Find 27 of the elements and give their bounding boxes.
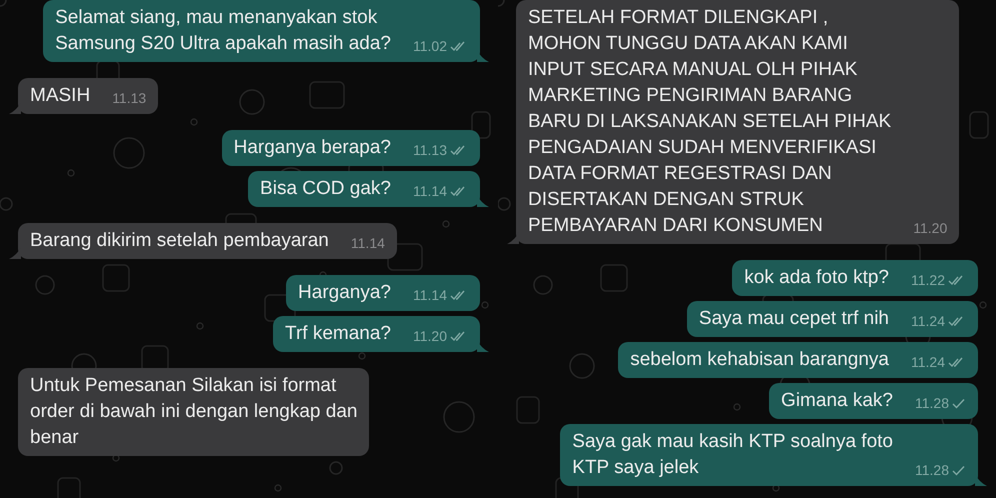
message-time: 11.13 (413, 141, 447, 160)
message-time: 11.13 (112, 89, 146, 108)
message-time: 11.28 (915, 461, 949, 480)
message-text: SETELAH FORMAT DILENGKAPI , MOHON TUNGGU DATA AKAN KAMI INPUT SECARA MANUAL OLH PIHAK MARKETING PENGIRIMAN BARANG BARU DI LAKSANAKAN SETELAH PIHAK PENGADAIAN SUDAH MENVERIFIKASI DATA FORMAT REGESTRASI DAN DISERTAKAN DENGAN STRUK PEMBAYARAN DARI KONSUMEN (528, 6, 892, 238)
message-text: Trf kemana? (285, 322, 391, 346)
message-text: Barang dikirim setelah pembayaran (30, 229, 329, 253)
message-time: 11.14 (350, 234, 385, 253)
message-text: Bisa COD gak? (260, 177, 391, 201)
message-time: 11.02 (413, 37, 447, 56)
message-text: sebelom kehabisan barangnya (630, 348, 889, 372)
message-time: 11.14 (413, 182, 447, 201)
message-time: 11.20 (413, 327, 447, 346)
message-time: 11.14 (413, 286, 447, 305)
message-text: Untuk Pemesanan Silakan isi format order di bawah ini dengan lengkap dan benar (30, 374, 358, 450)
message-time: 11.22 (911, 271, 945, 290)
message-time: 11.20 (913, 219, 948, 238)
message-text: Saya mau cepet trf nih (698, 307, 889, 331)
message-text: MASIH (30, 84, 90, 108)
message-text: kok ada foto ktp? (744, 266, 889, 290)
message-text: Harganya? (298, 281, 391, 305)
message-time: 11.24 (911, 312, 945, 331)
message-text: Saya gak mau kasih KTP soalnya foto KTP saya jelek (572, 430, 893, 480)
message-text: Gimana kak? (781, 389, 893, 413)
message-time: 11.28 (915, 394, 949, 413)
message-text: Selamat siang, mau menanyakan stok Samsung S20 Ultra apakah masih ada? (55, 6, 391, 56)
message-time: 11.24 (911, 353, 945, 372)
message-text: Harganya berapa? (234, 136, 391, 160)
